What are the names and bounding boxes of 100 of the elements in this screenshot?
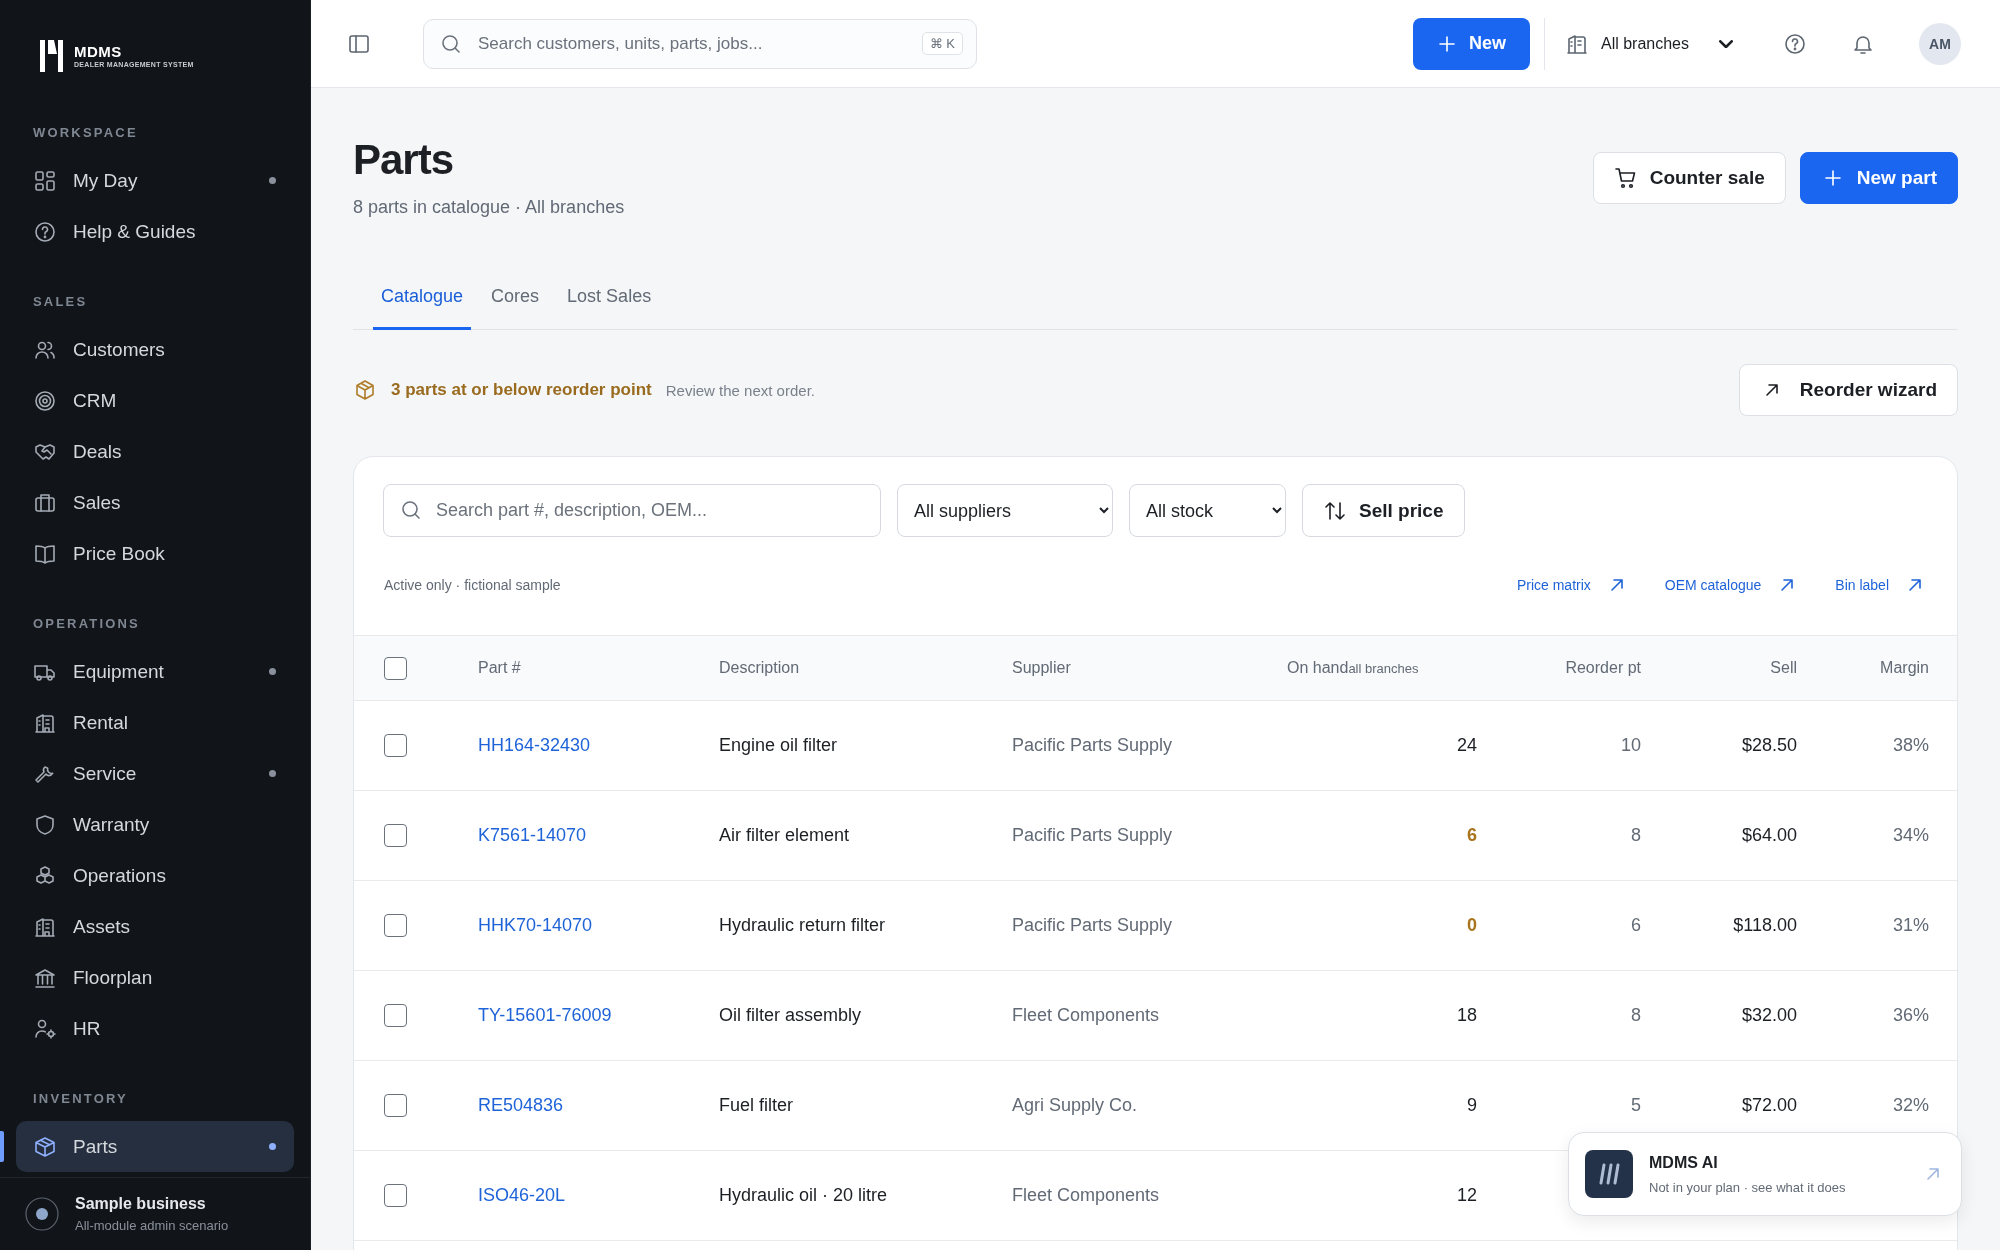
- margin-cell: 31%: [1892, 915, 1929, 936]
- on-hand-cell: 9: [1467, 1095, 1477, 1116]
- supplier-cell: Pacific Parts Supply: [1012, 735, 1173, 756]
- business-subtitle: All-module admin scenario: [75, 1218, 229, 1233]
- on-hand-cell: 6: [1467, 825, 1477, 846]
- sidebar-item[interactable]: Price Book: [16, 528, 294, 579]
- supplier-cell: Pacific Parts Supply: [1012, 915, 1173, 936]
- section-label: WORKSPACE: [32, 124, 138, 142]
- supplier-cell: Fleet Components: [1012, 1005, 1160, 1026]
- sidebar-item[interactable]: Warranty: [16, 799, 294, 850]
- active-indicator: [0, 1131, 4, 1162]
- margin-cell: 36%: [1892, 1005, 1929, 1026]
- reorder-point-cell: 5: [1631, 1095, 1641, 1116]
- target-icon: [33, 388, 57, 413]
- sidebar-item[interactable]: CRM: [16, 375, 294, 426]
- part-number-link[interactable]: HH164-32430: [478, 735, 591, 756]
- ai-subtitle: Not in your plan · see what it does: [1649, 1179, 1847, 1195]
- part-number-link[interactable]: K7561-14070: [478, 825, 587, 846]
- sidebar-item[interactable]: Customers: [16, 324, 294, 375]
- reorder-point-cell: 8: [1631, 1005, 1641, 1026]
- sort-button[interactable]: Sell price: [1302, 484, 1465, 537]
- tab[interactable]: Cores: [483, 276, 548, 330]
- column-header: Sell: [1770, 659, 1797, 677]
- sidebar-item[interactable]: Service: [16, 748, 294, 799]
- search-icon: [399, 498, 423, 522]
- column-header: On hand: [1287, 659, 1349, 677]
- help-button[interactable]: [1783, 31, 1807, 56]
- column-header: Reorder pt: [1565, 659, 1641, 677]
- sidebar-item[interactable]: Equipment: [16, 646, 294, 697]
- column-header: Description: [719, 659, 800, 677]
- sidebar-item[interactable]: HR: [16, 1003, 294, 1054]
- checkbox[interactable]: [384, 656, 407, 680]
- column-header: Supplier: [1012, 659, 1071, 677]
- on-hand-cell: 12: [1456, 1185, 1477, 1206]
- ai-title: MDMS AI: [1649, 1153, 1719, 1172]
- business-icon: [25, 1197, 59, 1231]
- checkbox[interactable]: [384, 824, 407, 847]
- checkbox[interactable]: [384, 1094, 407, 1117]
- checkbox[interactable]: [384, 1004, 407, 1027]
- sidebar-item[interactable]: Rental: [16, 697, 294, 748]
- sell-price-cell: $32.00: [1741, 1005, 1797, 1026]
- part-number-link[interactable]: RE504836: [478, 1095, 564, 1116]
- help-icon: [1783, 31, 1807, 56]
- supplier-select[interactable]: All suppliers: [897, 484, 1113, 537]
- sidebar-item[interactable]: Assets: [16, 901, 294, 952]
- sidebar-item[interactable]: Help & Guides: [16, 206, 294, 257]
- sidebar-item[interactable]: Deals: [16, 426, 294, 477]
- sidebar-item[interactable]: Operations: [16, 850, 294, 901]
- stock-select[interactable]: All stock: [1129, 484, 1286, 537]
- reorder-point-cell: 8: [1631, 825, 1641, 846]
- reorder-alert-text: 3 parts at or below reorder point: [391, 380, 652, 400]
- margin-cell: 34%: [1892, 825, 1929, 846]
- reorder-wizard-button[interactable]: Reorder wizard: [1738, 364, 1958, 416]
- ai-logo-icon: [1585, 1150, 1633, 1198]
- column-header: Part #: [478, 659, 521, 677]
- description-cell: Hydraulic oil · 20 litre: [719, 1185, 888, 1206]
- checkbox[interactable]: [384, 914, 407, 937]
- business-name: Sample business: [75, 1195, 207, 1213]
- page-title: Parts: [353, 136, 454, 184]
- column-header: Margin: [1880, 659, 1929, 677]
- grid-icon: [33, 168, 57, 193]
- part-number-link[interactable]: TY-15601-76009: [478, 1005, 612, 1026]
- margin-cell: 32%: [1892, 1095, 1929, 1116]
- on-hand-cell: 0: [1467, 915, 1477, 936]
- new-button[interactable]: New: [1412, 17, 1530, 70]
- part-number-link[interactable]: HHK70-14070: [478, 915, 593, 936]
- package-icon: [353, 378, 377, 402]
- ai-promo-card[interactable]: MDMS AI Not in your plan · see what it does: [1568, 1132, 1962, 1216]
- sidebar-item[interactable]: Floorplan: [16, 952, 294, 1003]
- on-hand-cell: 18: [1456, 1005, 1477, 1026]
- reorder-point-cell: 10: [1620, 735, 1641, 756]
- user-avatar[interactable]: AM: [1919, 22, 1961, 65]
- package-icon: [33, 1134, 57, 1159]
- checkbox[interactable]: [384, 734, 407, 757]
- on-hand-cell: 24: [1456, 735, 1477, 756]
- description-cell: Air filter element: [719, 825, 850, 846]
- part-search-field[interactable]: Search part #, description, OEM...: [383, 484, 881, 537]
- sidebar-item[interactable]: My Day: [16, 155, 294, 206]
- section-label: SALES: [32, 293, 88, 311]
- tab[interactable]: Catalogue: [373, 276, 472, 330]
- new-part-button[interactable]: New part: [1799, 152, 1958, 204]
- supplier-cell: Pacific Parts Supply: [1012, 825, 1173, 846]
- description-cell: Oil filter assembly: [719, 1005, 862, 1026]
- link[interactable]: Bin label: [1835, 573, 1927, 597]
- checkbox[interactable]: [384, 1184, 407, 1207]
- link[interactable]: OEM catalogue: [1664, 573, 1800, 597]
- help-icon: [33, 219, 57, 244]
- column-note: all branches: [1348, 661, 1419, 676]
- sell-price-cell: $118.00: [1733, 915, 1797, 936]
- link[interactable]: Price matrix: [1516, 573, 1629, 597]
- margin-cell: 38%: [1892, 735, 1929, 756]
- sell-price-cell: $64.00: [1741, 825, 1797, 846]
- section-label: INVENTORY: [32, 1090, 128, 1108]
- part-number-link[interactable]: ISO46-20L: [478, 1185, 566, 1206]
- tab[interactable]: Lost Sales: [559, 276, 660, 330]
- branch-selector[interactable]: All branches: [1558, 31, 1739, 56]
- alert-note: Review the next order.: [665, 381, 816, 399]
- chevron-icon: [1719, 39, 1733, 48]
- counter-sale-button[interactable]: Counter sale: [1592, 152, 1786, 204]
- sidebar-item[interactable]: Sales: [16, 477, 294, 528]
